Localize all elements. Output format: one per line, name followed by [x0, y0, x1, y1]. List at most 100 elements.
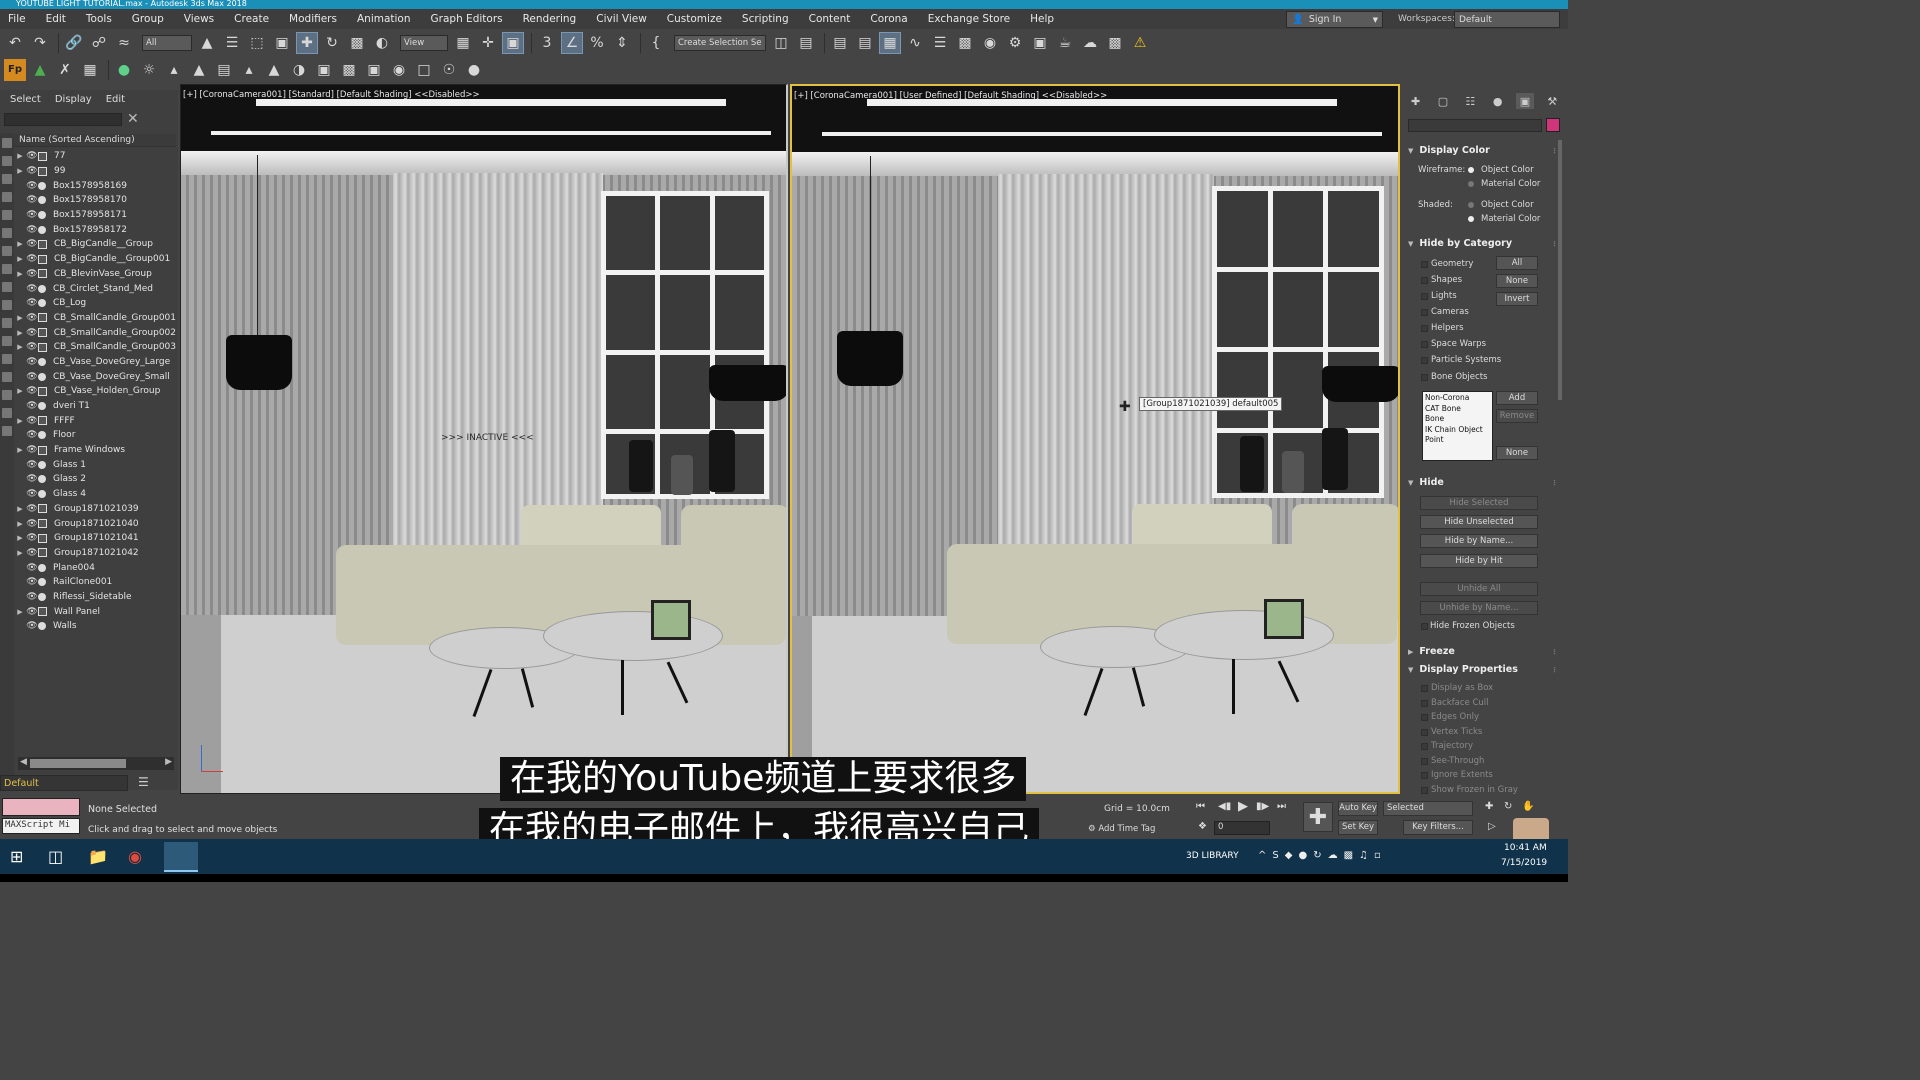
category-checkbox[interactable] [1421, 341, 1428, 348]
list-item[interactable]: CAT Bone [1425, 404, 1490, 415]
list-item[interactable]: ▶ 👁 77 [14, 149, 176, 164]
shaded-object-color-radio[interactable] [1468, 202, 1474, 208]
menu-item-edit[interactable]: Edit [36, 13, 76, 25]
menu-item-rendering[interactable]: Rendering [513, 13, 587, 25]
file-explorer-icon[interactable]: 📁 [88, 847, 108, 866]
visibility-eye-icon[interactable]: 👁 [26, 445, 38, 455]
visibility-eye-icon[interactable]: 👁 [26, 166, 38, 176]
category-invert-button[interactable]: Invert [1496, 292, 1538, 306]
menu-item-civil-view[interactable]: Civil View [586, 13, 657, 25]
ribbon-icon[interactable]: ▤ [854, 32, 876, 54]
expand-arrow-icon[interactable]: ▶ [14, 255, 26, 263]
category-list-none-button[interactable]: None [1496, 446, 1538, 460]
keyboard-shortcut-override-icon[interactable]: ▣ [502, 32, 524, 54]
list-item[interactable]: ▶ 👁 CB_BigCandle__Group001 [14, 252, 176, 267]
left-viewport[interactable]: >>> INACTIVE <<< [+] [CoronaCamera001] [… [180, 84, 788, 794]
scene-explorer-icon[interactable]: ▦ [879, 32, 901, 54]
auto-key-button[interactable]: Auto Key [1338, 801, 1378, 816]
explorer-search-input[interactable] [4, 113, 122, 126]
visibility-eye-icon[interactable]: 👁 [26, 195, 38, 205]
list-item[interactable]: 👁 RailClone001 [14, 575, 176, 590]
category-checkbox[interactable] [1421, 277, 1428, 284]
sign-in-button[interactable]: 👤 Sign In ▼ [1286, 11, 1383, 28]
zoom-icon[interactable]: ✚ [1485, 801, 1493, 812]
category-all-button[interactable]: All [1496, 256, 1538, 270]
select-by-name-icon[interactable]: ☰ [221, 32, 243, 54]
drag-handle-icon[interactable]: ⋮ [1551, 240, 1558, 248]
current-layer-dropdown[interactable]: Default [0, 775, 128, 791]
expand-arrow-icon[interactable]: ▶ [14, 343, 26, 351]
visibility-eye-icon[interactable]: 👁 [26, 254, 38, 264]
display-property-checkbox[interactable] [1421, 757, 1428, 765]
list-item[interactable]: ▶ 👁 Group1871021041 [14, 531, 176, 546]
list-item[interactable]: 👁 Glass 1 [14, 457, 176, 472]
go-to-start-icon[interactable]: ⏮ [1196, 801, 1205, 812]
display-shapes-icon[interactable] [2, 156, 12, 166]
material-editor-icon[interactable]: ◉ [979, 32, 1001, 54]
tree-icon[interactable]: ▲ [29, 59, 51, 81]
add-time-tag-button[interactable]: ⚙ Add Time Tag [1088, 824, 1155, 834]
percent-snap-icon[interactable]: % [586, 32, 608, 54]
camera-mod-icon[interactable]: ▣ [313, 59, 335, 81]
list-item[interactable]: ▶ 👁 Group1871021042 [14, 546, 176, 561]
display-all-icon[interactable] [2, 354, 12, 364]
display-bones-icon[interactable] [2, 282, 12, 292]
visibility-eye-icon[interactable]: 👁 [26, 489, 38, 499]
expand-arrow-icon[interactable]: ▶ [14, 417, 26, 425]
category-none-button[interactable]: None [1496, 274, 1538, 288]
category-checkbox[interactable] [1421, 261, 1428, 268]
slicer-icon[interactable]: ▴ [238, 59, 260, 81]
visibility-eye-icon[interactable]: 👁 [26, 577, 38, 587]
light-lister-icon[interactable]: ● [463, 59, 485, 81]
select-manipulate-icon[interactable]: ✛ [477, 32, 499, 54]
mirror-icon[interactable]: ◫ [770, 32, 792, 54]
expand-arrow-icon[interactable]: ▶ [14, 608, 26, 616]
key-selection-dropdown[interactable]: Selected [1383, 801, 1473, 816]
tab-select[interactable]: Select [10, 91, 41, 108]
set-keys-icon[interactable]: ✚ [1303, 802, 1333, 832]
list-item[interactable]: 👁 CB_Circlet_Stand_Med [14, 281, 176, 296]
light-bulb-icon[interactable]: ● [113, 59, 135, 81]
visibility-eye-icon[interactable]: 👁 [26, 210, 38, 220]
unhide-all-button[interactable]: Unhide All [1420, 582, 1538, 596]
display-containers-icon[interactable] [2, 300, 12, 310]
display-geometry-icon[interactable] [2, 138, 12, 148]
visibility-eye-icon[interactable]: 👁 [26, 416, 38, 426]
rollout-freeze[interactable]: ▶ Freeze ⋮ [1408, 644, 1558, 659]
list-item[interactable]: ▶ 👁 CB_Vase_Holden_Group [14, 384, 176, 399]
scroll-right-icon[interactable]: ▶ [165, 757, 172, 767]
menu-item-file[interactable]: File [0, 13, 36, 25]
lock-icon[interactable]: ◆ [1285, 850, 1299, 861]
display-lights-icon[interactable] [2, 174, 12, 184]
menu-item-views[interactable]: Views [174, 13, 224, 25]
modify-tab-icon[interactable]: ▢ [1434, 93, 1452, 109]
record-icon[interactable]: ● [1298, 850, 1313, 861]
list-item[interactable]: ▶ 👁 CB_SmallCandle_Group003 [14, 340, 176, 355]
display-none-icon[interactable] [2, 372, 12, 382]
category-remove-button[interactable]: Remove [1496, 409, 1538, 423]
schematic-view-icon[interactable]: ▩ [954, 32, 976, 54]
scroll-left-icon[interactable]: ◀ [20, 757, 27, 767]
list-item[interactable]: 👁 Box1578958172 [14, 222, 176, 237]
expand-arrow-icon[interactable]: ▶ [14, 314, 26, 322]
list-item[interactable]: ▶ 👁 Frame Windows [14, 443, 176, 458]
visibility-eye-icon[interactable]: 👁 [26, 181, 38, 191]
list-item[interactable]: ▶ 👁 CB_BigCandle__Group [14, 237, 176, 252]
align-icon[interactable]: ▤ [795, 32, 817, 54]
chevron-up-icon[interactable]: ^ [1258, 850, 1272, 861]
display-helpers-icon[interactable] [2, 210, 12, 220]
corona-frame-buffer-icon[interactable]: Fp [4, 59, 26, 81]
unhide-by-name-button[interactable]: Unhide by Name... [1420, 601, 1538, 615]
layer-manager-icon[interactable]: ☰ [138, 775, 149, 789]
list-item[interactable]: Non-Corona [1425, 393, 1490, 404]
window-crossing-icon[interactable]: ▣ [271, 32, 293, 54]
list-item[interactable]: 👁 CB_Vase_DoveGrey_Large [14, 355, 176, 370]
toolbar-library-label[interactable]: 3D LIBRARY [1186, 851, 1239, 861]
visibility-eye-icon[interactable]: 👁 [26, 401, 38, 411]
task-view-icon[interactable]: ◫ [48, 847, 63, 866]
viewport-label[interactable]: [+] [CoronaCamera001] [Standard] [Defaul… [183, 90, 480, 100]
volume-grid-icon[interactable]: ▲ [263, 59, 285, 81]
display-property-checkbox[interactable] [1421, 786, 1428, 794]
rollout-display-properties[interactable]: ▼ Display Properties ⋮ [1408, 662, 1558, 677]
rollout-hide-by-category[interactable]: ▼ Hide by Category ⋮ [1408, 236, 1558, 251]
